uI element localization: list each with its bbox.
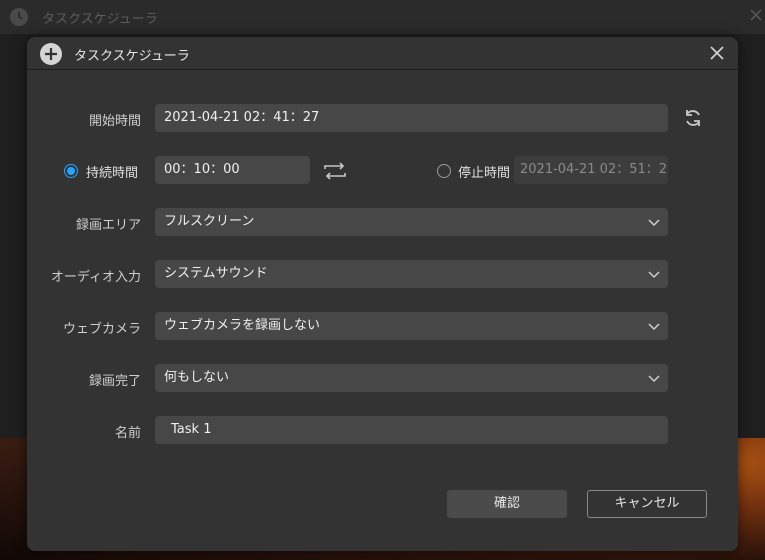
recording-area-label: 録画エリア	[75, 218, 141, 233]
refresh-icon[interactable]	[682, 107, 704, 129]
dialog-header: タスクスケジューラ	[27, 37, 738, 70]
close-icon[interactable]	[709, 45, 725, 61]
audio-input-select[interactable]: システムサウンド	[155, 260, 668, 288]
background-window-title: タスクスケジューラ	[42, 12, 158, 27]
swap-icon[interactable]	[323, 161, 347, 181]
chevron-down-icon	[648, 375, 660, 383]
close-icon[interactable]	[749, 8, 763, 22]
start-time-label: 開始時間	[88, 114, 141, 129]
name-label: 名前	[114, 426, 141, 441]
webcam-select[interactable]: ウェブカメラを録画しない	[155, 312, 668, 340]
duration-radio[interactable]	[64, 164, 78, 178]
dialog-title: タスクスケジューラ	[74, 49, 190, 64]
webcam-value: ウェブカメラを録画しない	[164, 318, 321, 333]
webcam-label: ウェブカメラ	[62, 322, 141, 337]
recording-area-value: フルスクリーン	[164, 214, 255, 229]
confirm-button[interactable]: 確認	[447, 490, 567, 518]
on-complete-label: 録画完了	[88, 374, 141, 389]
stop-time-input[interactable]: 2021-04-21 02：51：27	[514, 156, 668, 184]
recording-area-select[interactable]: フルスクリーン	[155, 208, 668, 236]
audio-input-label: オーディオ入力	[50, 270, 141, 285]
duration-label: 持続時間	[86, 166, 139, 181]
name-input[interactable]: Task 1	[155, 416, 668, 444]
chevron-down-icon	[648, 271, 660, 279]
on-complete-value: 何もしない	[164, 370, 230, 385]
start-time-input[interactable]: 2021-04-21 02：41：27	[155, 104, 668, 132]
chevron-down-icon	[648, 219, 660, 227]
audio-input-value: システムサウンド	[164, 266, 268, 281]
on-complete-select[interactable]: 何もしない	[155, 364, 668, 392]
stop-time-radio[interactable]	[437, 164, 451, 178]
duration-input[interactable]: 00：10：00	[155, 156, 310, 184]
cancel-button[interactable]: キャンセル	[587, 490, 707, 518]
chevron-down-icon	[648, 323, 660, 331]
clock-icon	[10, 8, 28, 26]
stop-time-label: 停止時間	[458, 166, 511, 181]
add-icon	[40, 43, 62, 65]
task-scheduler-dialog: タスクスケジューラ 開始時間 2021-04-21 02：41：27 持続時間 …	[27, 37, 738, 551]
background-titlebar: タスクスケジューラ	[0, 0, 765, 34]
